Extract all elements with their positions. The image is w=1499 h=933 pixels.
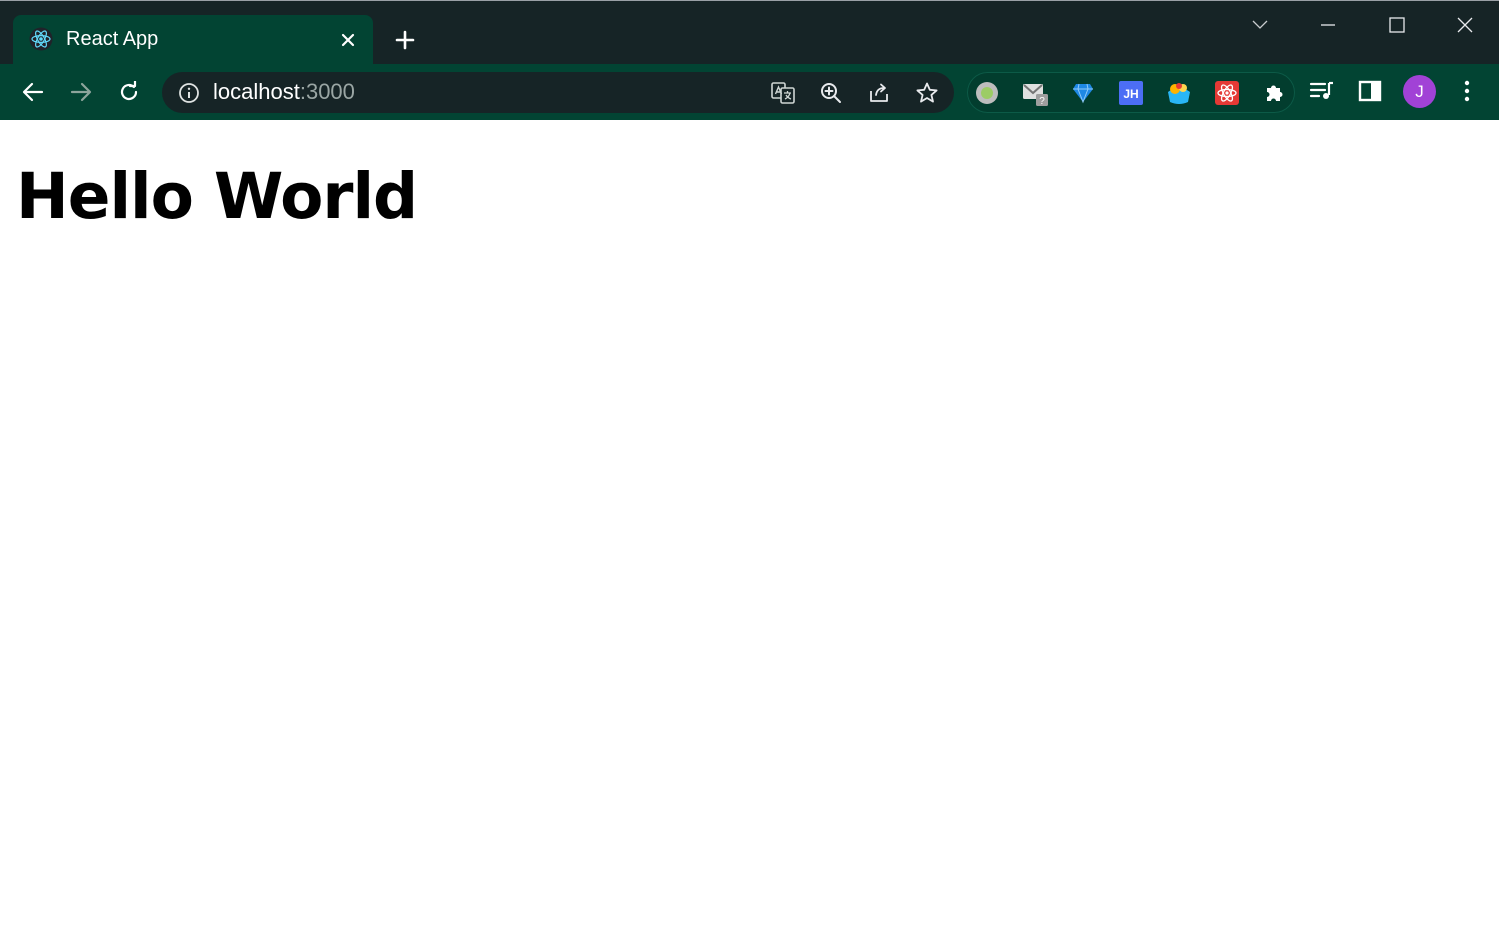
side-panel-icon[interactable] — [1355, 76, 1385, 106]
page-content: Hello World — [0, 120, 1499, 933]
zoom-icon[interactable] — [818, 80, 844, 106]
page-heading: Hello World — [16, 160, 418, 233]
browser-window: React App localhost:3000 ? JH J Hello Wo… — [0, 0, 1499, 933]
tab-react-app[interactable]: React App — [13, 15, 373, 67]
mail-checker-icon[interactable]: ? — [1022, 80, 1048, 106]
close-window-icon[interactable] — [1445, 9, 1485, 41]
avatar[interactable]: J — [1403, 75, 1436, 108]
avatar-initial: J — [1415, 81, 1424, 101]
title-bar: React App — [0, 0, 1499, 67]
extension-icons: ? JH — [967, 72, 1295, 113]
chevron-down-icon[interactable] — [1240, 9, 1280, 41]
url-port: :3000 — [299, 79, 355, 104]
close-icon[interactable] — [335, 27, 361, 53]
svg-text:JH: JH — [1123, 87, 1138, 101]
puzzle-icon[interactable] — [1262, 80, 1288, 106]
star-icon[interactable] — [914, 80, 940, 106]
translate-icon[interactable] — [770, 80, 796, 106]
url-text[interactable]: localhost:3000 — [213, 79, 355, 105]
atom-extension-icon[interactable] — [1214, 80, 1240, 106]
maximize-icon[interactable] — [1377, 9, 1417, 41]
url-host: localhost — [213, 79, 300, 104]
browser-toolbar: localhost:3000 ? JH J — [0, 64, 1499, 120]
reload-icon[interactable] — [111, 74, 147, 110]
minimize-icon[interactable] — [1308, 9, 1348, 41]
media-queue-icon[interactable] — [1307, 76, 1337, 106]
plus-icon[interactable] — [390, 25, 420, 55]
jh-extension-icon[interactable]: JH — [1118, 80, 1144, 106]
react-favicon-icon — [29, 27, 53, 51]
tab-title: React App — [66, 28, 159, 50]
forward-arrow-icon[interactable] — [63, 74, 99, 110]
info-icon[interactable] — [178, 82, 200, 104]
share-icon[interactable] — [866, 80, 892, 106]
back-arrow-icon[interactable] — [15, 74, 51, 110]
address-bar[interactable]: localhost:3000 — [162, 72, 954, 113]
globe-extension-icon[interactable] — [1166, 80, 1192, 106]
kebab-menu-icon[interactable] — [1452, 76, 1482, 106]
gem-icon[interactable] — [1070, 80, 1096, 106]
svg-text:?: ? — [1039, 96, 1045, 106]
extension-circle-icon[interactable] — [974, 80, 1000, 106]
